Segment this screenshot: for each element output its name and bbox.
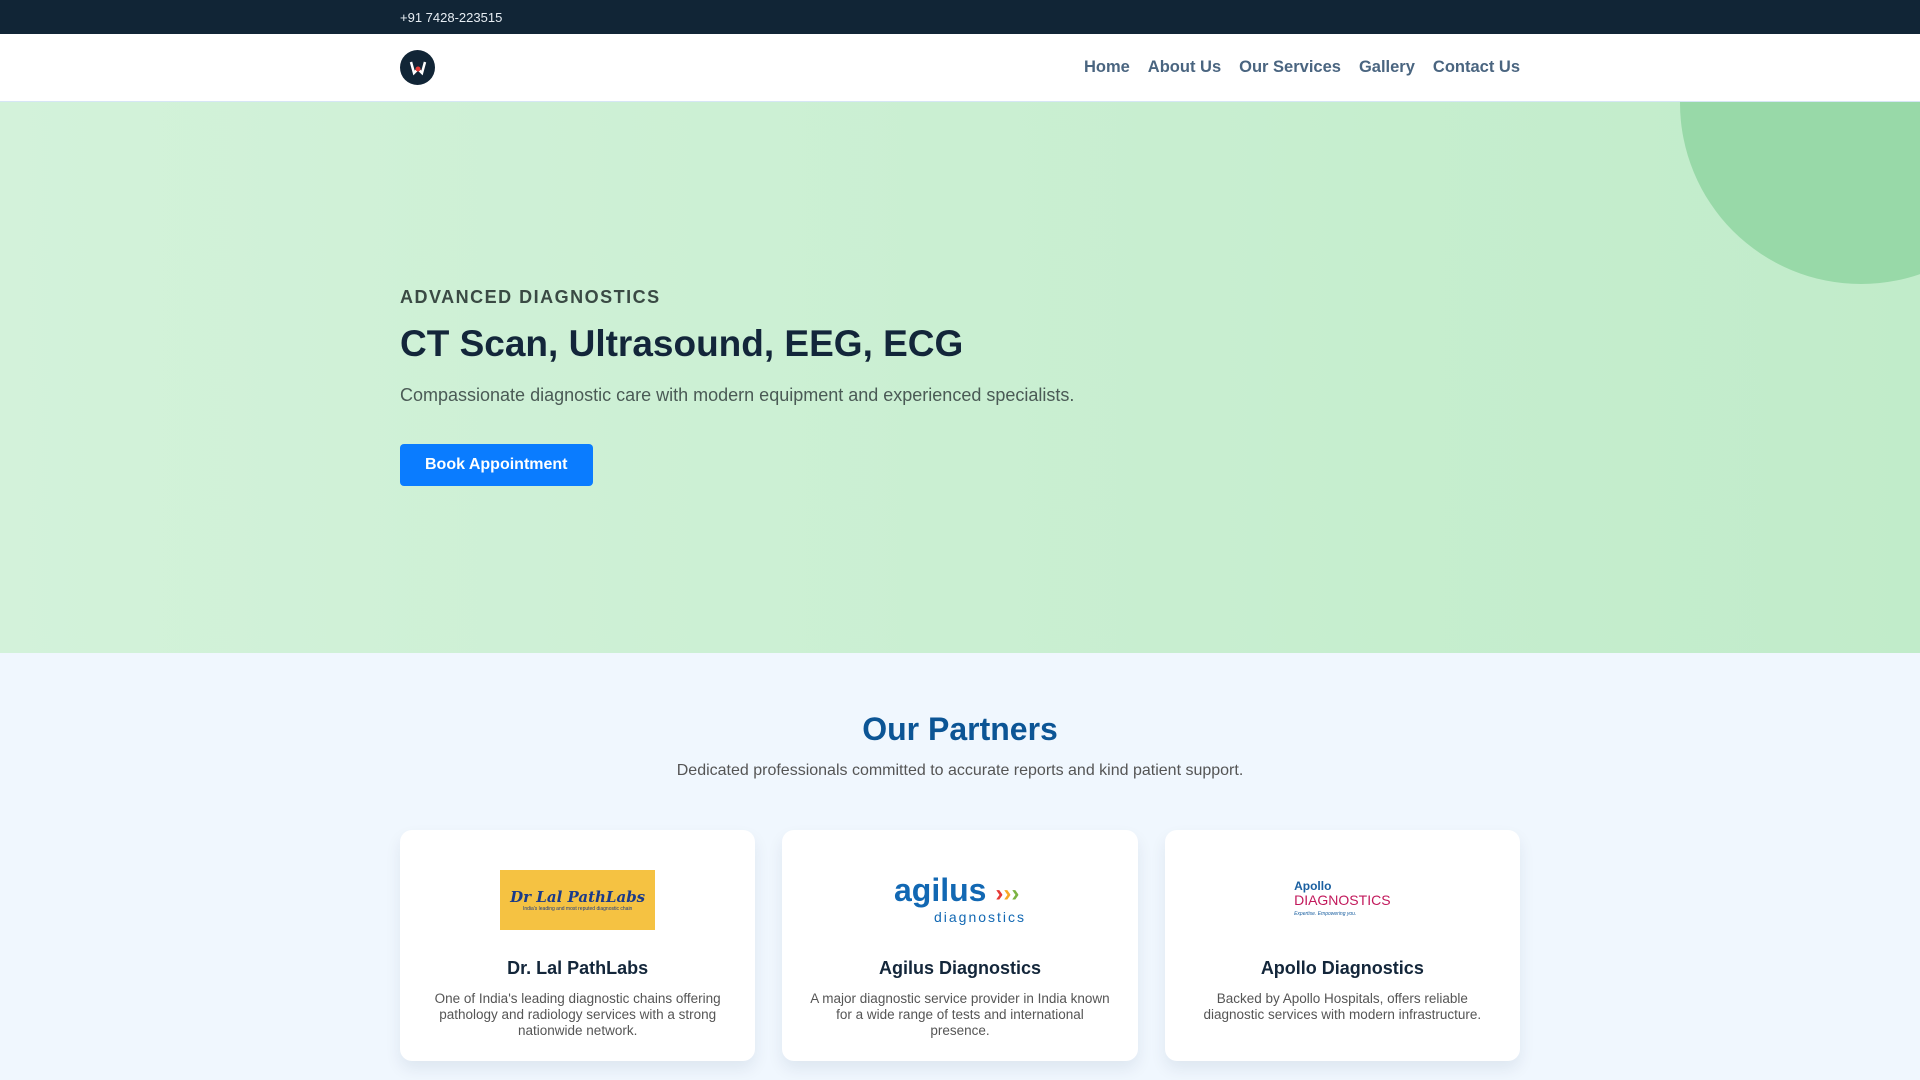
nav-about-us[interactable]: About Us bbox=[1148, 58, 1221, 77]
top-bar: +91 7428-223515 bbox=[0, 0, 1920, 34]
navbar: Home About Us Our Services Gallery Conta… bbox=[0, 34, 1920, 102]
agilus-logo: agilus ››› diagnostics bbox=[893, 872, 1027, 925]
partner-name: Dr. Lal PathLabs bbox=[507, 958, 649, 978]
partners-section: Our Partners Dedicated professionals com… bbox=[0, 653, 1920, 1061]
hero-subtitle: Compassionate diagnostic care with moder… bbox=[400, 385, 1075, 405]
site-logo[interactable] bbox=[400, 50, 435, 85]
partner-card: agilus ››› diagnostics Agilus Diagnostic… bbox=[782, 830, 1138, 1061]
partners-subtitle: Dedicated professionals committed to acc… bbox=[676, 762, 1244, 779]
lal-pathlabs-logo: Dr Lal PathLabs India's leading and most… bbox=[500, 870, 656, 930]
hero-section: ADVANCED DIAGNOSTICS CT Scan, Ultrasound… bbox=[0, 102, 1920, 653]
hero-title: CT Scan, Ultrasound, EEG, ECG bbox=[400, 323, 964, 364]
nav-our-services[interactable]: Our Services bbox=[1239, 58, 1341, 77]
partner-card: Apollo DIAGNOSTICS Expertise. Empowering… bbox=[1164, 830, 1520, 1061]
decorative-circle bbox=[1680, 102, 1920, 284]
nav-gallery[interactable]: Gallery bbox=[1359, 58, 1415, 77]
book-appointment-button[interactable]: Book Appointment bbox=[400, 444, 593, 486]
nav-home[interactable]: Home bbox=[1084, 58, 1130, 77]
partner-description: One of India's leading diagnostic chains… bbox=[434, 991, 721, 1038]
apollo-logo: Apollo DIAGNOSTICS Expertise. Empowering… bbox=[1294, 879, 1391, 917]
nav-contact-us[interactable]: Contact Us bbox=[1433, 58, 1520, 77]
partners-title: Our Partners bbox=[862, 711, 1058, 747]
partner-description: Backed by Apollo Hospitals, offers relia… bbox=[1203, 991, 1482, 1022]
phone-number: +91 7428-223515 bbox=[400, 9, 503, 25]
partner-name: Agilus Diagnostics bbox=[878, 958, 1041, 978]
partner-card: Dr Lal PathLabs India's leading and most… bbox=[400, 830, 756, 1061]
partner-description: A major diagnostic service provider in I… bbox=[810, 991, 1110, 1038]
hero-eyebrow: ADVANCED DIAGNOSTICS bbox=[400, 287, 661, 307]
partner-name: Apollo Diagnostics bbox=[1260, 958, 1424, 978]
